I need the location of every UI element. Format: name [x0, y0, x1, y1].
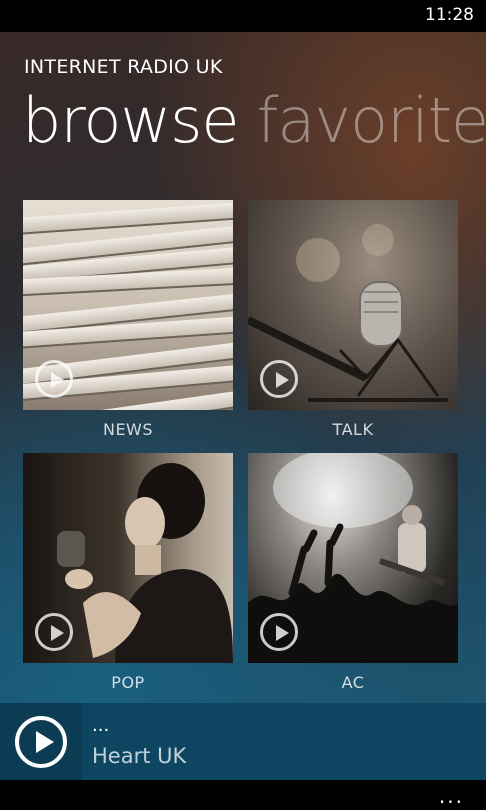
now-playing-station: Heart UK — [92, 744, 187, 768]
play-circle-icon[interactable] — [260, 360, 298, 398]
genre-label-pop: POP — [111, 673, 145, 692]
genre-label-ac: AC — [341, 673, 365, 692]
now-playing-play-button[interactable] — [0, 703, 82, 780]
genre-tile-pop[interactable] — [23, 453, 233, 663]
genre-label-news: NEWS — [102, 420, 154, 439]
play-circle-icon[interactable] — [260, 613, 298, 651]
pivot-header: browsefavorites — [22, 84, 486, 157]
pivot-item-favorites[interactable]: favorites — [257, 84, 486, 157]
more-icon[interactable]: ... — [439, 784, 464, 808]
now-playing-bar[interactable]: ... Heart UK — [0, 703, 486, 780]
genre-tile-news[interactable] — [23, 200, 233, 410]
status-bar: 11:28 — [0, 0, 486, 32]
app-bar: ... — [0, 780, 486, 810]
genre-tile-talk[interactable] — [248, 200, 458, 410]
clock: 11:28 — [425, 5, 474, 25]
play-circle-icon[interactable] — [35, 360, 73, 398]
genre-label-talk: TALK — [332, 420, 374, 439]
play-circle-icon[interactable] — [15, 716, 67, 768]
pivot-item-browse[interactable]: browse — [22, 84, 240, 157]
app-title: INTERNET RADIO UK — [24, 56, 223, 78]
genre-tile-ac[interactable] — [248, 453, 458, 663]
now-playing-track: ... — [92, 715, 110, 736]
play-circle-icon[interactable] — [35, 613, 73, 651]
